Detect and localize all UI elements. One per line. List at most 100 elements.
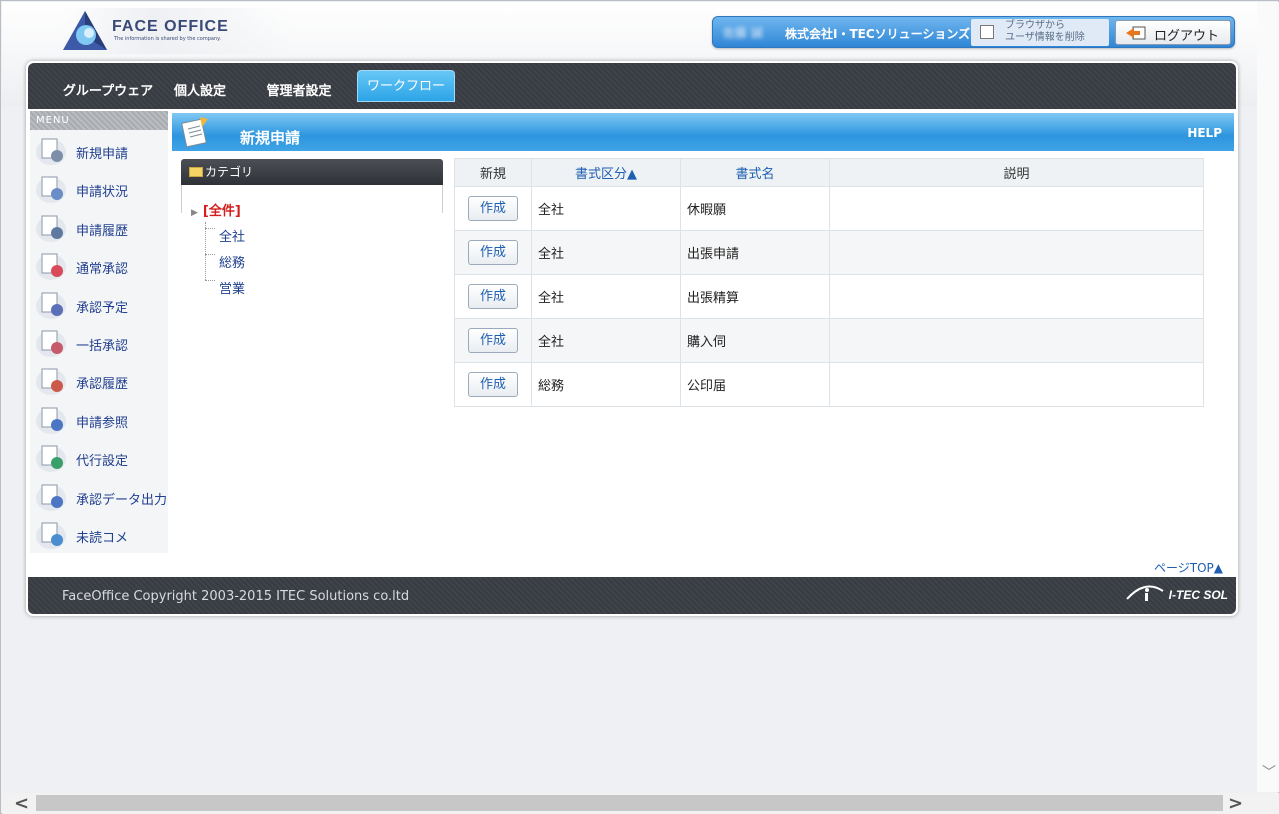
horizontal-scroll-thumb[interactable] xyxy=(36,795,1223,811)
sidebar-item-label: 承認履歴 xyxy=(76,377,129,393)
footer-brand-label: I-TEC SOL xyxy=(1168,588,1228,602)
create-button[interactable]: 作成 xyxy=(468,372,518,397)
table-row: 作成 全社 出張申請 xyxy=(454,230,1204,275)
vertical-scrollbar[interactable]: ﹀ xyxy=(1257,2,1279,792)
copyright-text: FaceOffice Copyright 2003-2015 ITEC Solu… xyxy=(62,589,410,604)
table-row: 作成 総務 公印届 xyxy=(454,362,1204,407)
cell-new: 作成 xyxy=(454,186,532,231)
content-header: 新規申請 HELP xyxy=(172,113,1234,151)
sidebar-item-label: 承認データ出力 xyxy=(76,492,168,508)
sidebar-item-label: 申請履歴 xyxy=(76,223,129,239)
request-status-icon xyxy=(36,176,66,204)
cell-type: 全社 xyxy=(531,230,681,275)
cell-name: 購入伺 xyxy=(680,318,830,363)
sidebar-item[interactable]: 通常承認 xyxy=(30,245,168,283)
footer: FaceOffice Copyright 2003-2015 ITEC Solu… xyxy=(28,577,1236,614)
logo-title: FACE OFFICE xyxy=(112,18,229,35)
sidebar-item[interactable]: 代行設定 xyxy=(30,437,168,475)
user-name: 佐藤 誠 xyxy=(723,26,763,40)
sidebar-item-label: 代行設定 xyxy=(76,454,129,470)
scroll-left-icon[interactable]: < xyxy=(14,793,29,814)
clear-user-info-label: ブラウザから ユーザ情報を削除 xyxy=(1005,20,1085,43)
sidebar-header: MENU xyxy=(30,111,168,130)
create-button[interactable]: 作成 xyxy=(468,284,518,309)
sidebar-item[interactable]: 申請状況 xyxy=(30,168,168,206)
category-item-zensha[interactable]: 全社 xyxy=(219,226,245,245)
sidebar-item[interactable]: 承認データ出力 xyxy=(30,476,168,514)
browser-window: FACE OFFICE The information is shared by… xyxy=(0,0,1279,814)
sidebar-item[interactable]: 新規申請 xyxy=(30,130,168,168)
cell-name: 公印届 xyxy=(680,362,830,407)
tree-connector xyxy=(205,280,215,281)
logout-label: ログアウト xyxy=(1154,29,1220,44)
table-row: 作成 全社 出張精算 xyxy=(454,274,1204,319)
cell-type: 全社 xyxy=(531,186,681,231)
sidebar-item-label: 承認予定 xyxy=(76,300,129,316)
clear-user-info-checkbox[interactable] xyxy=(980,25,994,39)
horizontal-scrollbar[interactable]: < > xyxy=(2,793,1279,814)
sidebar-item-label: 未読コメ xyxy=(76,530,129,546)
create-button[interactable]: 作成 xyxy=(468,328,518,353)
category-item-eigyo[interactable]: 営業 xyxy=(219,278,245,297)
scroll-right-icon[interactable]: > xyxy=(1228,793,1243,814)
main-tabbar: グループウェア 個人設定 管理者設定 ワークフロー xyxy=(28,63,1236,109)
proxy-setting-icon xyxy=(36,445,66,473)
sidebar-item[interactable]: 一括承認 xyxy=(30,322,168,360)
sidebar: MENU 新規申請 申請状況申請履歴通常承認承認予定一括承認承認履歴申請参照代行設… xyxy=(30,111,168,553)
clear-user-info-option: ブラウザから ユーザ情報を削除 xyxy=(971,19,1109,46)
request-reference-icon xyxy=(36,407,66,434)
cell-description xyxy=(829,274,1204,319)
logo-tagline: The information is shared by the company… xyxy=(114,36,221,42)
tree-expand-icon: ▶ xyxy=(191,208,198,218)
col-header-description: 説明 xyxy=(829,158,1204,187)
approval-schedule-icon xyxy=(36,292,66,319)
scroll-down-icon[interactable]: ﹀ xyxy=(1262,762,1276,782)
table-row: 作成 全社 購入伺 xyxy=(454,318,1204,363)
new-request-icon xyxy=(181,117,208,148)
cell-new: 作成 xyxy=(454,318,532,363)
sidebar-item-label: 一括承認 xyxy=(76,338,129,354)
category-header: カテゴリ xyxy=(181,159,443,185)
cell-new: 作成 xyxy=(454,362,532,407)
form-table: 新規 書式区分▲ 書式名 説明 作成 全社 休暇願 作成 全社 出張申請 作成 全社 出張精算作… xyxy=(454,158,1204,407)
itec-logo-icon xyxy=(1125,585,1164,601)
sidebar-item[interactable]: 未読コメ xyxy=(30,514,168,552)
sidebar-item[interactable]: 申請履歴 xyxy=(30,207,168,245)
category-all-label: [全件] xyxy=(202,204,241,219)
tree-connector xyxy=(205,222,206,280)
cell-type: 全社 xyxy=(531,318,681,363)
tab-groupware[interactable]: グループウェア xyxy=(52,77,164,107)
user-bar: 佐藤 誠 株式会社I・TECソリューションズ ブラウザから ユーザ情報を削除 ロ… xyxy=(712,16,1235,48)
col-header-name[interactable]: 書式名 xyxy=(680,158,830,187)
unread-comment-icon xyxy=(36,522,66,549)
page-top-link[interactable]: ページTOP▲ xyxy=(1154,559,1223,576)
cell-type: 全社 xyxy=(531,274,681,319)
cell-name: 出張申請 xyxy=(680,230,830,275)
bulk-approval-icon xyxy=(36,330,66,357)
table-header-row: 新規 書式区分▲ 書式名 説明 xyxy=(454,158,1204,187)
sidebar-item-label: 申請参照 xyxy=(76,415,129,431)
category-item-somu[interactable]: 総務 xyxy=(219,252,245,271)
main-panel: グループウェア 個人設定 管理者設定 ワークフロー MENU 新規申請 申請状況申… xyxy=(26,61,1238,616)
sidebar-item[interactable]: 承認予定 xyxy=(30,284,168,322)
create-button[interactable]: 作成 xyxy=(468,196,518,221)
footer-brand: I-TEC SOL xyxy=(1125,585,1228,603)
help-link[interactable]: HELP xyxy=(1187,126,1222,140)
table-row: 作成 全社 休暇願 xyxy=(454,186,1204,231)
col-header-new: 新規 xyxy=(454,158,532,187)
cell-description xyxy=(829,362,1204,407)
app-logo[interactable]: FACE OFFICE The information is shared by… xyxy=(60,8,292,54)
tab-workflow[interactable]: ワークフロー xyxy=(357,70,455,102)
col-header-type[interactable]: 書式区分▲ xyxy=(531,158,681,187)
tab-personal-settings[interactable]: 個人設定 xyxy=(168,77,232,107)
sidebar-item[interactable]: 承認履歴 xyxy=(30,360,168,398)
category-all[interactable]: ▶ [全件] xyxy=(191,200,241,219)
tab-admin-settings[interactable]: 管理者設定 xyxy=(260,77,338,107)
cell-description xyxy=(829,186,1204,231)
cell-type: 総務 xyxy=(531,362,681,407)
company-name: 株式会社I・TECソリューションズ xyxy=(785,27,971,41)
sidebar-item[interactable]: 申請参照 xyxy=(30,399,168,437)
create-button[interactable]: 作成 xyxy=(468,240,518,265)
cell-new: 作成 xyxy=(454,230,532,275)
logout-button[interactable]: ログアウト xyxy=(1115,20,1231,45)
